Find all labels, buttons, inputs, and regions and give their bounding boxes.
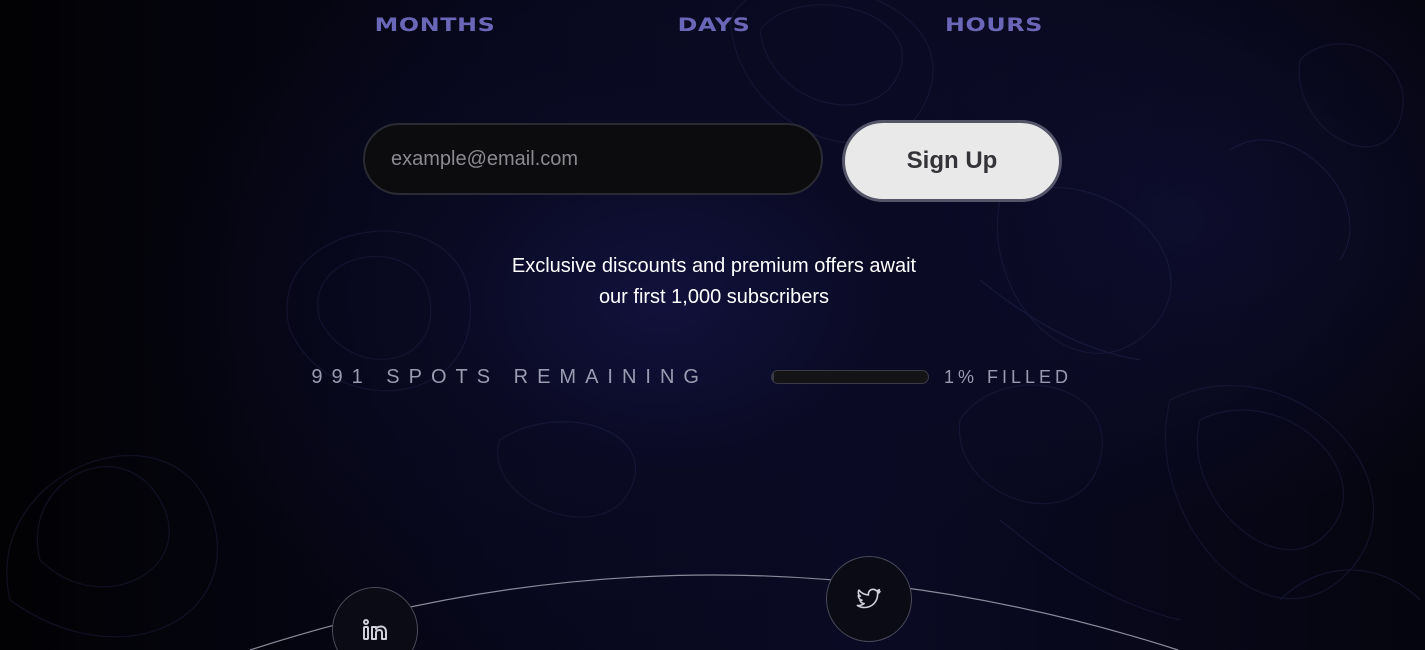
countdown-label-days: DAYS <box>677 14 751 36</box>
spots-remaining-text: 991 SPOTS REMAINING <box>311 366 708 388</box>
countdown-label-months: MONTHS <box>374 14 496 36</box>
sign-up-button[interactable]: Sign Up <box>842 120 1062 202</box>
promo-text: Exclusive discounts and premium offers a… <box>412 251 1016 313</box>
spots-filled-text: 1% FILLED <box>944 367 1073 387</box>
email-input[interactable] <box>363 123 823 195</box>
twitter-button[interactable] <box>826 556 912 642</box>
promo-line-2: our first 1,000 subscribers <box>598 286 830 308</box>
contour-pattern-decoration <box>6 0 1421 638</box>
promo-line-1: Exclusive discounts and premium offers a… <box>511 255 917 277</box>
countdown-label-hours: HOURS <box>945 14 1043 36</box>
twitter-icon <box>856 588 882 610</box>
spots-progress-bar <box>771 370 929 384</box>
spots-status: 991 SPOTS REMAINING 1% FILLED <box>311 366 1080 390</box>
linkedin-icon <box>361 617 389 643</box>
spots-progress-fill <box>772 371 774 383</box>
